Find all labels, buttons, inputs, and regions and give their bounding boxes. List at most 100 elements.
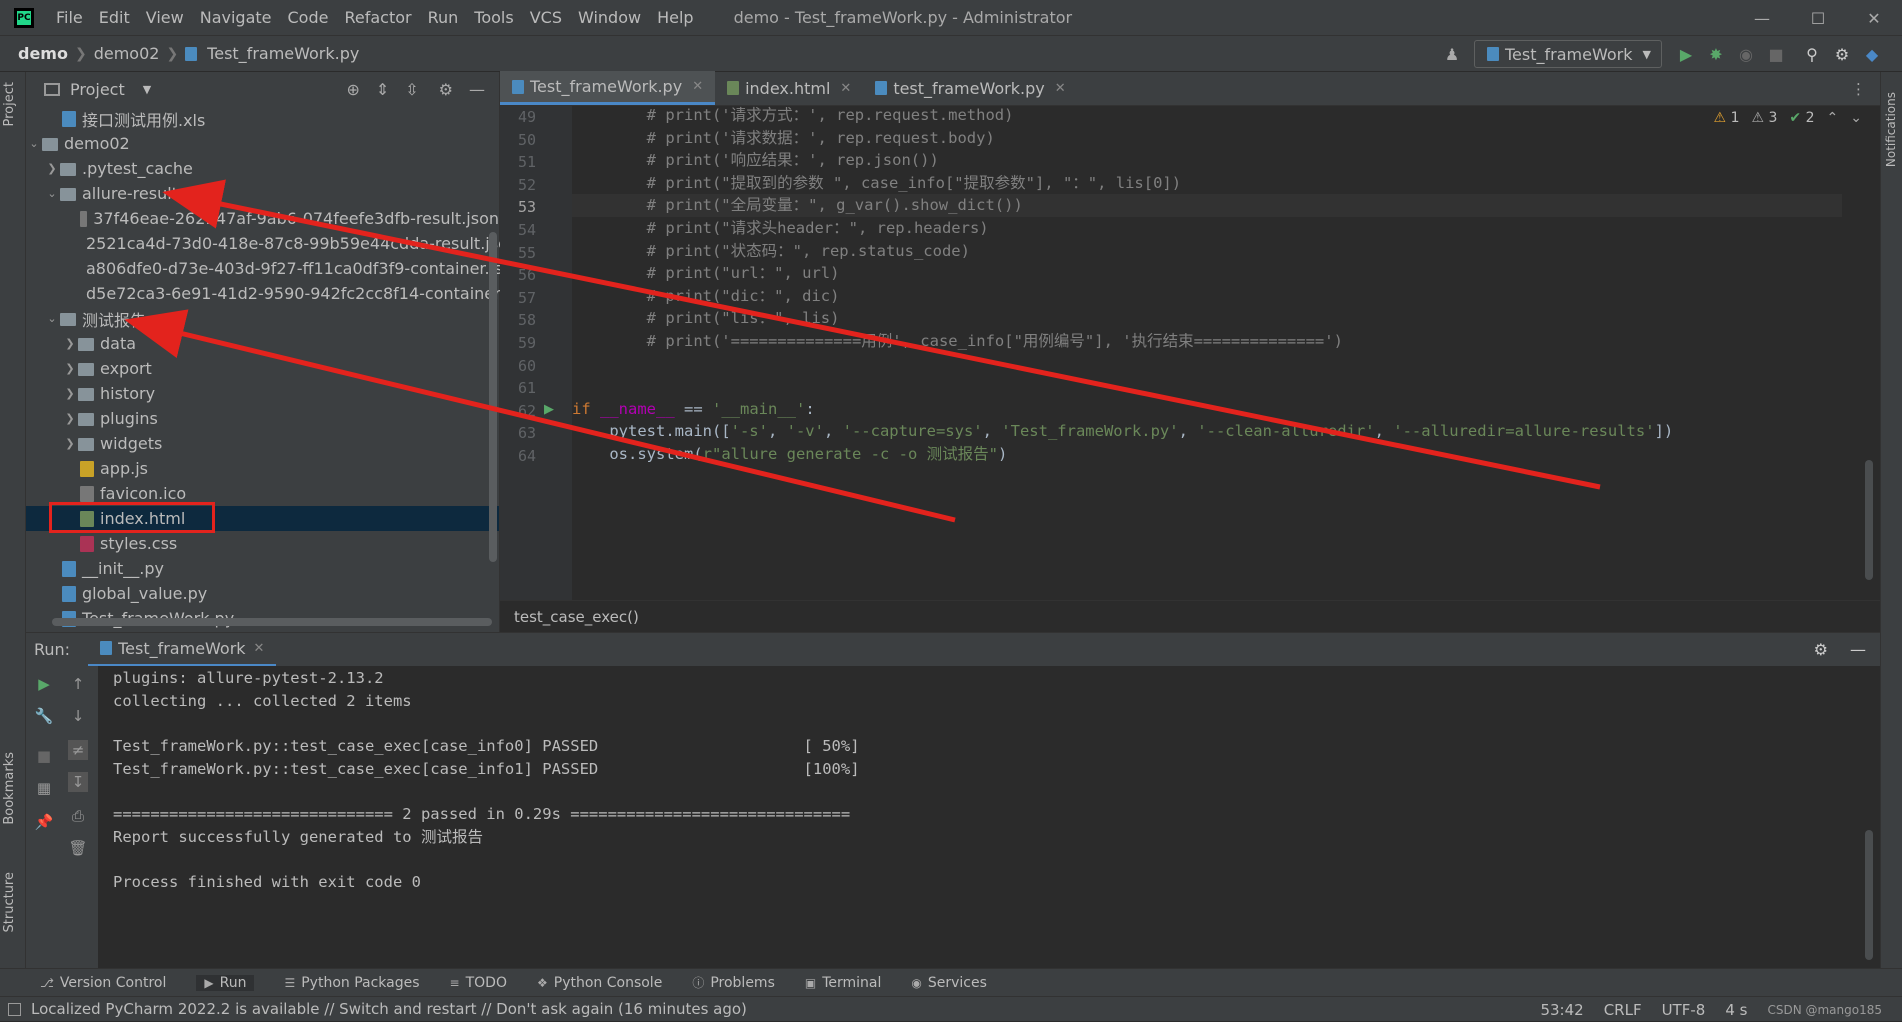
tree-folder[interactable]: ❯ data [26, 331, 499, 356]
breadcrumb-folder[interactable]: demo02 [90, 44, 164, 63]
caret-position[interactable]: 53:42 [1540, 1001, 1583, 1019]
stop-icon[interactable]: ■ [34, 746, 54, 766]
tree-folder[interactable]: ❯ plugins [26, 406, 499, 431]
maximize-icon[interactable]: ☐ [1790, 0, 1846, 36]
chevron-right-icon[interactable]: ❯ [44, 162, 60, 175]
user-icon[interactable]: ♟ [1442, 44, 1462, 64]
tree-folder[interactable]: ⌄ allure-results [26, 181, 499, 206]
menu-code[interactable]: Code [280, 0, 337, 36]
chevron-down-icon[interactable]: ⌄ [44, 312, 60, 325]
code-line[interactable]: # print("状态码：", rep.status_code) [572, 240, 970, 263]
tree-file[interactable]: 2521ca4d-73d0-418e-87c8-99b59e44cdda-res… [26, 231, 518, 256]
run-config-select[interactable]: Test_frameWork ▼ [1474, 40, 1662, 68]
tree-folder[interactable]: ❯ export [26, 356, 499, 381]
coverage-icon[interactable]: ◉ [1736, 44, 1756, 64]
search-icon[interactable]: ⚲ [1802, 44, 1822, 64]
menu-run[interactable]: Run [420, 0, 467, 36]
tree-folder[interactable]: ❯ widgets [26, 431, 499, 456]
code-line[interactable]: # print('==============用例', case_info["用… [572, 330, 1343, 353]
code-line[interactable]: pytest.main(['-s', '-v', '--capture=sys'… [572, 420, 1673, 443]
arrow-down-icon[interactable]: ↓ [68, 706, 88, 726]
pin-icon[interactable]: 📌 [34, 812, 54, 832]
stop-icon[interactable]: ■ [1766, 44, 1786, 64]
code-line[interactable]: # print("提取到的参数 ", case_info["提取参数"], "：… [572, 172, 1181, 195]
tree-file[interactable]: d5e72ca3-6e91-41d2-9590-942fc2cc8f14-con… [26, 281, 537, 306]
tab-index-html[interactable]: index.html ✕ [715, 71, 863, 105]
code-line[interactable]: # print("dic：", dic) [572, 285, 840, 308]
chevron-down-icon[interactable]: ⌄ [26, 137, 42, 150]
run-tab[interactable]: Test_frameWork ✕ [88, 633, 277, 667]
tool-window-python-packages[interactable]: ☰ Python Packages [284, 975, 419, 991]
tree-file[interactable]: a806dfe0-d73e-403d-9f27-ff11ca0df3f9-con… [26, 256, 522, 281]
chevron-down-icon[interactable]: ▼ [143, 83, 151, 96]
rerun-icon[interactable]: ▶ [34, 674, 54, 694]
layout-icon[interactable]: ▦ [34, 778, 54, 798]
menu-tools[interactable]: Tools [466, 0, 521, 36]
tree-folder[interactable]: ❯ history [26, 381, 499, 406]
tab-test-framework-py[interactable]: Test_frameWork.py ✕ [500, 71, 716, 105]
code-line[interactable]: # print("请求头header：", rep.headers) [572, 217, 989, 240]
tool-window-problems[interactable]: ⓘ Problems [692, 974, 775, 991]
more-tabs-icon[interactable]: ⋮ [1851, 80, 1866, 98]
locate-icon[interactable]: ⊕ [346, 80, 359, 99]
hide-panel-icon[interactable]: — [1850, 640, 1866, 659]
arrow-up-icon[interactable]: ↑ [68, 674, 88, 694]
breadcrumb-project[interactable]: demo [14, 44, 72, 63]
indent-setting[interactable]: 4 s [1725, 1001, 1747, 1019]
menu-refactor[interactable]: Refactor [336, 0, 419, 36]
code-line[interactable]: # print("lis：", lis) [572, 307, 840, 330]
editor-scrollbar[interactable] [1865, 460, 1873, 580]
code-line[interactable]: # print('响应结果：', rep.json()) [572, 149, 939, 172]
minimize-icon[interactable]: — [1734, 0, 1790, 36]
console-scrollbar[interactable] [1865, 830, 1873, 960]
tool-window-todo[interactable]: ≡ TODO [450, 975, 507, 991]
ide-update-icon[interactable]: ◆ [1862, 44, 1882, 64]
gear-icon[interactable]: ⚙ [1814, 640, 1828, 659]
menu-view[interactable]: View [138, 0, 192, 36]
chevron-down-icon[interactable]: ⌄ [1850, 110, 1862, 126]
run-console[interactable]: plugins: allure-pytest-2.13.2 collecting … [98, 666, 1880, 968]
tool-window-run[interactable]: ▶ Run [196, 974, 255, 991]
menu-help[interactable]: Help [649, 0, 701, 36]
hide-panel-icon[interactable]: — [469, 80, 485, 99]
run-icon[interactable]: ▶ [1676, 44, 1696, 64]
collapse-all-icon[interactable]: ⇳ [405, 80, 418, 99]
structure-side-tab[interactable]: Structure [2, 872, 17, 932]
tool-window-version-control[interactable]: ⎇ Version Control [40, 975, 166, 991]
project-panel-title[interactable]: Project [70, 80, 125, 99]
code-line[interactable]: os.system(r"allure generate -c -o 测试报告") [572, 443, 1007, 466]
menu-navigate[interactable]: Navigate [192, 0, 280, 36]
soft-wrap-icon[interactable]: ≠ [68, 740, 88, 760]
close-tab-icon[interactable]: ✕ [254, 641, 265, 656]
chevron-right-icon[interactable]: ❯ [62, 437, 78, 450]
run-gutter-icon[interactable]: ▶ [544, 402, 554, 417]
close-tab-icon[interactable]: ✕ [840, 81, 851, 96]
code-line[interactable]: # print("url：", url) [572, 262, 840, 285]
breadcrumb-file[interactable]: Test_frameWork.py [203, 44, 363, 63]
bookmarks-side-tab[interactable]: Bookmarks [2, 752, 17, 825]
inspection-widget[interactable]: ⚠ 1 ⚠ 3 ✔ 2 ⌃ ⌄ [1714, 110, 1862, 126]
status-message[interactable]: Localized PyCharm 2022.2 is available //… [31, 1000, 747, 1018]
wrench-icon[interactable]: 🔧 [34, 706, 54, 726]
tree-folder[interactable]: ⌄ demo02 [26, 131, 499, 156]
layout-toggle-icon[interactable] [8, 1002, 21, 1016]
chevron-right-icon[interactable]: ❯ [62, 387, 78, 400]
code-line[interactable]: # print('请求数据：', rep.request.body) [572, 127, 995, 150]
chevron-right-icon[interactable]: ❯ [62, 412, 78, 425]
chevron-right-icon[interactable]: ❯ [62, 362, 78, 375]
close-tab-icon[interactable]: ✕ [1055, 81, 1066, 96]
gear-icon[interactable]: ⚙ [1832, 44, 1852, 64]
chevron-up-icon[interactable]: ⌃ [1827, 110, 1839, 126]
notifications-side-tab[interactable]: Notifications [1884, 92, 1898, 167]
vertical-scrollbar[interactable] [489, 232, 497, 562]
debug-icon[interactable]: ✸ [1706, 44, 1726, 64]
print-icon[interactable]: ⎙ [68, 806, 88, 826]
trash-icon[interactable]: 🗑 [68, 838, 88, 858]
close-window-icon[interactable]: ✕ [1846, 0, 1902, 36]
tree-file[interactable]: __init__.py [26, 556, 499, 581]
chevron-right-icon[interactable]: ❯ [62, 337, 78, 350]
tool-window-services[interactable]: ◉ Services [911, 975, 987, 991]
tree-folder[interactable]: ⌄ 测试报告 [26, 306, 499, 331]
gear-icon[interactable]: ⚙ [439, 80, 453, 99]
tree-file[interactable]: styles.css [26, 531, 499, 556]
